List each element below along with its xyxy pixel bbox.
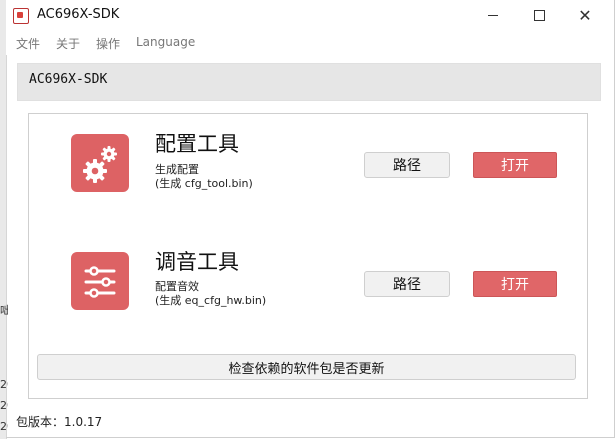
header-title: AC696X-SDK xyxy=(29,72,108,87)
menu-item-file[interactable]: 文件 xyxy=(16,35,40,52)
tuning-open-button[interactable]: 打开 xyxy=(473,271,557,297)
gears-icon xyxy=(71,134,129,192)
tool-desc-tuning: 配置音效 xyxy=(155,280,199,293)
tool-desc-tuning-file: (生成 eq_cfg_hw.bin) xyxy=(155,294,267,307)
menu-item-about[interactable]: 关于 xyxy=(56,35,80,52)
window-title: AC696X-SDK xyxy=(37,7,120,22)
menu-item-operation[interactable]: 操作 xyxy=(96,35,120,52)
config-open-button[interactable]: 打开 xyxy=(473,152,557,178)
close-button[interactable]: ✕ xyxy=(562,0,608,31)
config-path-button[interactable]: 路径 xyxy=(364,152,450,178)
maximize-icon xyxy=(533,10,545,21)
maximize-button[interactable] xyxy=(516,0,562,31)
tool-desc-config: 生成配置 xyxy=(155,163,199,176)
background-text-fragment: 20 xyxy=(0,399,8,412)
close-icon: ✕ xyxy=(578,5,592,25)
background-window-strip xyxy=(0,0,7,439)
sliders-icon xyxy=(71,252,129,310)
tool-title-tuning: 调音工具 xyxy=(155,250,239,274)
minimize-button[interactable] xyxy=(470,0,516,31)
menu-item-language[interactable]: Language xyxy=(136,35,195,49)
background-text-fragment: 20 xyxy=(0,378,8,391)
tool-desc-config-file: (生成 cfg_tool.bin) xyxy=(155,177,253,190)
minimize-icon xyxy=(488,15,498,16)
tool-title-config: 配置工具 xyxy=(155,132,239,156)
package-version: 包版本：1.0.17 xyxy=(16,415,103,429)
background-text-fragment: 咄 xyxy=(0,304,8,317)
app-icon xyxy=(13,8,29,24)
tuning-path-button[interactable]: 路径 xyxy=(364,271,450,297)
check-updates-button[interactable]: 检查依赖的软件包是否更新 xyxy=(37,354,576,380)
background-text-fragment: 20 xyxy=(0,420,8,433)
